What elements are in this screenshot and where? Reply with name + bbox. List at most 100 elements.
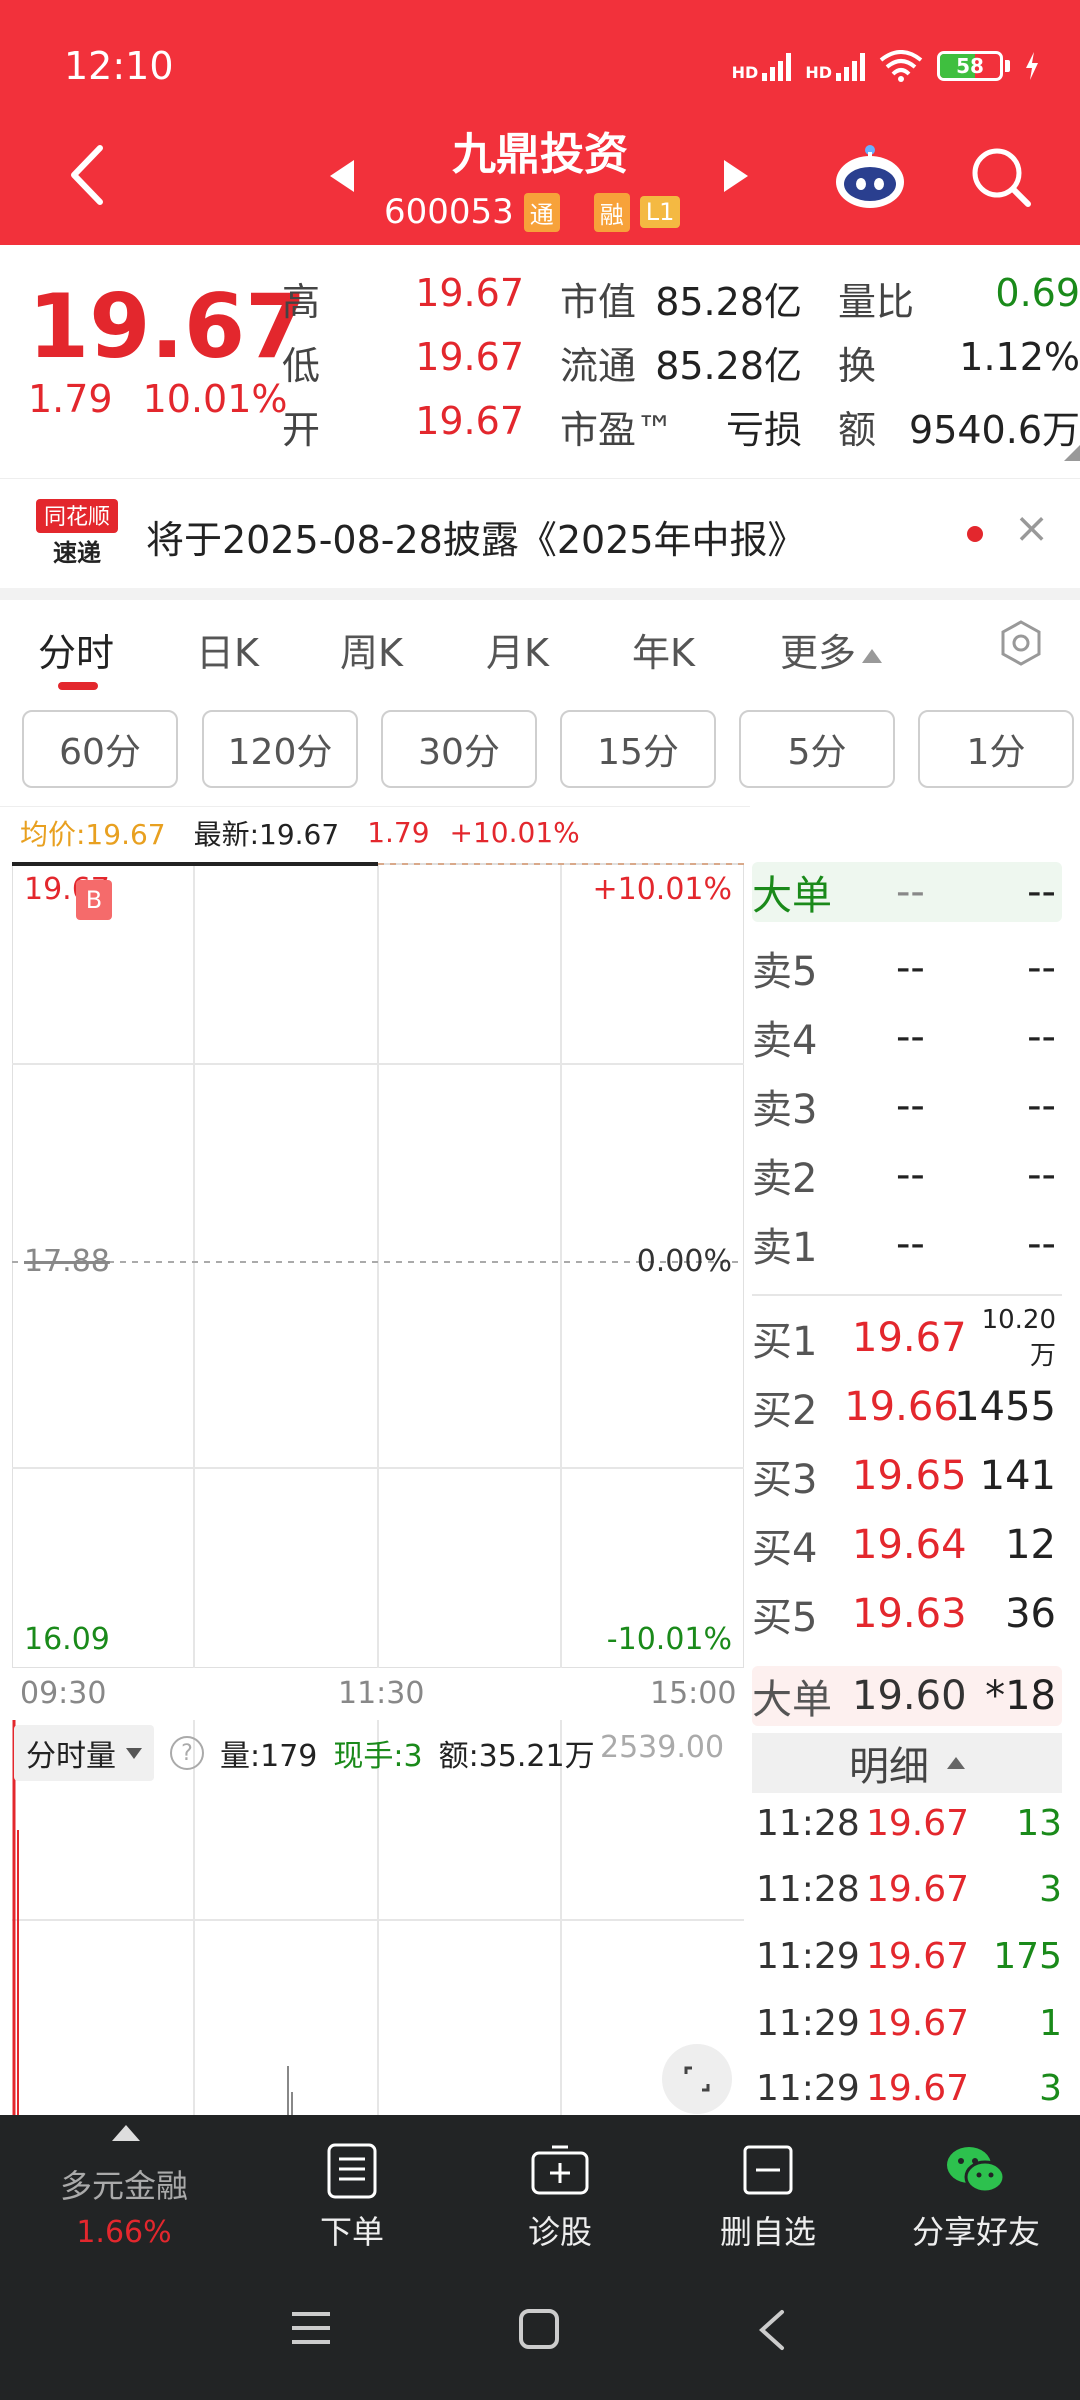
- sector-name: 多元金融: [59, 2167, 188, 2205]
- period-60min[interactable]: 60分: [22, 710, 178, 788]
- tab-more-label: 更多: [780, 631, 857, 675]
- buy-label: 买3: [752, 1457, 818, 1503]
- period-1min[interactable]: 1分: [918, 710, 1074, 788]
- menu-icon[interactable]: [290, 2310, 332, 2346]
- price-change-pct: 10.01%: [142, 377, 288, 421]
- buy-price: 19.66: [844, 1384, 959, 1430]
- mid-price-label: 17.88: [24, 1244, 110, 1279]
- system-nav-bar: [0, 2250, 1080, 2400]
- news-text: 将于2025-08-28披露《2025年中报》: [146, 518, 806, 562]
- sell-vol: --: [1027, 1014, 1056, 1060]
- period-30min[interactable]: 30分: [381, 710, 537, 788]
- period-selector: 60分 120分 30分 15分 5分 1分: [0, 710, 1080, 790]
- buy-price: 19.64: [852, 1522, 967, 1568]
- current-hand: 现手:3: [333, 1739, 423, 1774]
- detail-row: 11:28 19.67 13: [756, 1793, 1062, 1853]
- search-icon[interactable]: [966, 142, 1036, 212]
- volume-type-select[interactable]: 分时量: [14, 1725, 154, 1781]
- detail-time: 11:28: [756, 1802, 860, 1844]
- detail-vol: 1: [1039, 2002, 1062, 2044]
- expand-corner-icon[interactable]: [1064, 445, 1080, 461]
- sell-vol: --: [1027, 945, 1056, 991]
- detail-price: 19.67: [866, 1802, 970, 1844]
- volume-max-label: 2539.00: [600, 1730, 725, 1765]
- help-icon[interactable]: ?: [170, 1736, 204, 1770]
- sell-1-row[interactable]: 卖1 -- --: [752, 1214, 1062, 1274]
- detail-row: 11:29 19.67 175: [756, 1926, 1062, 1986]
- tab-daily-k[interactable]: 日K: [196, 622, 259, 677]
- tab-monthly-k[interactable]: 月K: [486, 622, 549, 677]
- hd-label: HD: [805, 63, 832, 82]
- buy-label: 买2: [752, 1388, 818, 1434]
- period-5min[interactable]: 5分: [739, 710, 895, 788]
- buy-vol: 141: [979, 1453, 1056, 1499]
- pe-label: 市盈™: [560, 408, 675, 452]
- sell-3-row[interactable]: 卖3 -- --: [752, 1076, 1062, 1136]
- tab-intraday[interactable]: 分时: [38, 622, 114, 677]
- sell-price: --: [896, 1152, 925, 1198]
- fullscreen-icon[interactable]: [662, 2044, 732, 2114]
- remove-watchlist-label: 删自选: [719, 2213, 816, 2251]
- wechat-icon: [947, 2147, 1006, 2194]
- caret-up-icon: [947, 1757, 965, 1769]
- volume-ratio-value: 0.69: [995, 271, 1080, 315]
- period-15min[interactable]: 15分: [560, 710, 716, 788]
- caret-up-icon: [862, 648, 883, 663]
- sell-5-row[interactable]: 卖5 -- --: [752, 938, 1062, 998]
- next-stock-arrow[interactable]: [724, 160, 748, 192]
- buy-3-row[interactable]: 买3 19.65 141: [752, 1446, 1062, 1506]
- place-order-button[interactable]: 下单: [252, 2143, 452, 2253]
- amount-label: 额: [838, 408, 877, 452]
- home-icon[interactable]: [518, 2308, 560, 2350]
- high-label: 高: [282, 280, 321, 324]
- tab-more[interactable]: 更多: [780, 622, 883, 677]
- tab-yearly-k[interactable]: 年K: [632, 622, 695, 677]
- place-order-label: 下单: [319, 2213, 384, 2251]
- diagnose-button[interactable]: 诊股: [460, 2143, 660, 2253]
- open-value: 19.67: [415, 399, 524, 443]
- buy-5-row[interactable]: 买5 19.63 36: [752, 1584, 1062, 1644]
- buy-1-row[interactable]: 买1 19.67 10.20万: [752, 1305, 1062, 1371]
- sell-label: 卖4: [752, 1018, 818, 1064]
- sell-price: --: [896, 945, 925, 991]
- buy-marker[interactable]: B: [76, 880, 112, 920]
- big-order-bottom[interactable]: 大单 19.60 *18: [752, 1666, 1062, 1726]
- bottom-pct-label: -10.01%: [606, 1622, 732, 1657]
- volume-ratio-label: 量比: [838, 280, 915, 324]
- share-friends-button[interactable]: 分享好友: [876, 2143, 1076, 2253]
- robot-assistant-icon[interactable]: [832, 142, 908, 212]
- quote-panel: 19.67 1.79 10.01% 高 19.67 市值 85.28亿 量比 0…: [0, 245, 1080, 475]
- settings-hexagon-icon[interactable]: [996, 618, 1046, 668]
- tag-connect: 通: [523, 192, 560, 232]
- tab-weekly-k[interactable]: 周K: [340, 622, 403, 677]
- buy-price: 19.67: [852, 1315, 967, 1361]
- period-120min[interactable]: 120分: [202, 710, 358, 788]
- book-divider: [752, 1294, 1062, 1296]
- big-order-top[interactable]: 大单 -- --: [752, 862, 1062, 922]
- order-book: 大单 -- -- 卖5 -- -- 卖4 -- -- 卖3 -- -- 卖2 -…: [752, 862, 1068, 2112]
- sell-label: 卖5: [752, 949, 818, 995]
- buy-4-row[interactable]: 买4 19.64 12: [752, 1515, 1062, 1575]
- back-nav-icon[interactable]: [756, 2308, 788, 2352]
- news-close-button[interactable]: ×: [1014, 503, 1049, 552]
- sell-label: 卖2: [752, 1156, 818, 1202]
- news-logo-icon: 同花顺 速递: [36, 499, 118, 567]
- diagnose-label: 诊股: [527, 2213, 592, 2251]
- buy-2-row[interactable]: 买2 19.66 1455: [752, 1377, 1062, 1437]
- section-divider: [0, 588, 1080, 600]
- sell-4-row[interactable]: 卖4 -- --: [752, 1007, 1062, 1067]
- intraday-chart[interactable]: 19.67 B +10.01% 17.88 0.00% 16.09 -10.01…: [12, 862, 744, 1668]
- detail-header[interactable]: 明细: [752, 1733, 1062, 1793]
- app-header: 12:10 HD HD 58 九鼎投资 600053 通 融 L1: [0, 0, 1080, 245]
- remove-watchlist-button[interactable]: 删自选: [668, 2143, 868, 2253]
- sell-2-row[interactable]: 卖2 -- --: [752, 1145, 1062, 1205]
- latest-change-pct: +10.01%: [449, 816, 580, 849]
- time-mid: 11:30: [338, 1676, 425, 1711]
- low-value: 19.67: [415, 335, 524, 379]
- news-banner[interactable]: 同花顺 速递 将于2025-08-28披露《2025年中报》 ×: [0, 478, 1080, 588]
- diagnose-icon: [531, 2145, 589, 2195]
- wifi-icon: [879, 50, 923, 82]
- price-change-row: 1.79 10.01%: [28, 377, 288, 421]
- sell-price: --: [896, 1014, 925, 1060]
- price-change: 1.79: [28, 377, 113, 421]
